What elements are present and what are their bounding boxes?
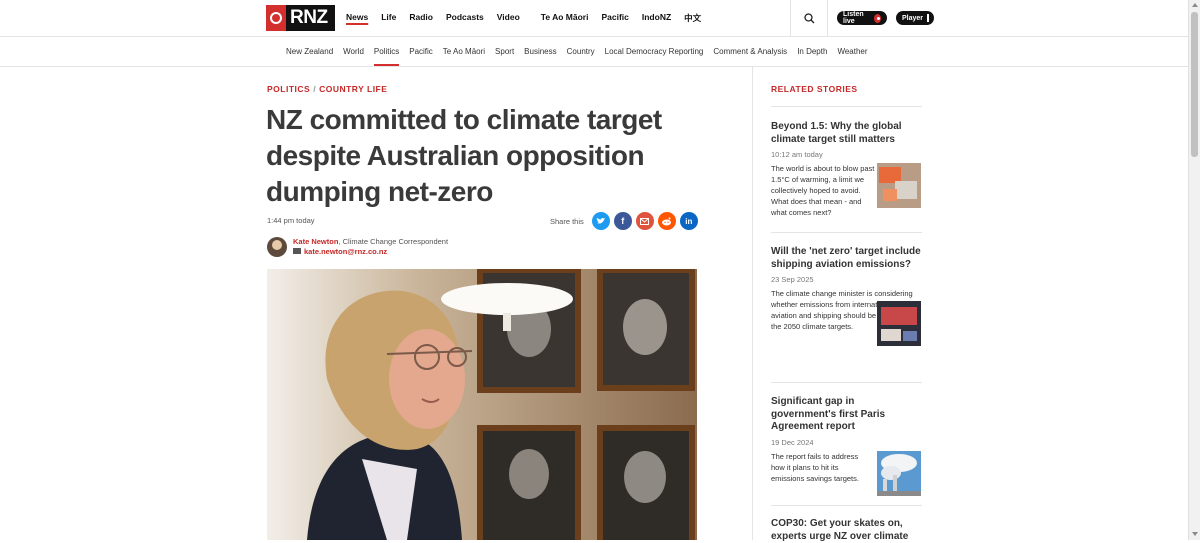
subnav-weather[interactable]: Weather [837,47,867,56]
logo-text: RNZ [290,7,328,28]
subnav-country[interactable]: Country [567,47,595,56]
search-icon [803,12,814,23]
author-name-link[interactable]: Kate Newton [293,237,338,246]
subnav-new-zealand[interactable]: New Zealand [286,47,333,56]
nav-pacific[interactable]: Pacific [601,12,628,24]
related-story[interactable]: Will the 'net zero' target include shipp… [771,246,921,346]
player-button[interactable]: Player [896,11,934,25]
twitter-share-icon[interactable] [591,212,610,230]
nav-video[interactable]: Video [497,12,520,24]
article-timestamp: 1:44 pm today [267,216,315,225]
author-avatar [267,237,287,257]
subnav-world[interactable]: World [343,47,364,56]
listen-live-label: Listen live [843,11,864,25]
page-scrollbar[interactable] [1188,0,1200,540]
subnav-pacific[interactable]: Pacific [409,47,433,56]
related-story-thumbnail[interactable] [877,163,921,208]
nav-chinese[interactable]: 中文 [684,12,701,24]
related-story[interactable]: Beyond 1.5: Why the global climate targe… [771,121,921,218]
email-share-icon[interactable] [635,212,654,230]
story-divider [771,106,922,107]
author-email-link[interactable]: kate.newton@rnz.co.nz [304,247,387,256]
article-kicker: POLITICS / COUNTRY LIFE [267,84,387,94]
scrollbar-thumb[interactable] [1191,12,1198,157]
article-hero-image [267,269,697,540]
related-story[interactable]: Significant gap in government's first Pa… [771,396,921,496]
kicker-separator: / [313,84,317,94]
nav-news[interactable]: News [346,12,368,24]
author-byline: Kate Newton, Climate Change Corresponden… [293,237,448,257]
related-story-title[interactable]: Will the 'net zero' target include shipp… [771,246,921,271]
nav-life[interactable]: Life [381,12,396,24]
related-story-title[interactable]: Beyond 1.5: Why the global climate targe… [771,121,921,146]
subnav-business[interactable]: Business [524,47,556,56]
story-divider [771,505,922,506]
related-stories-heading: RELATED STORIES [771,84,858,94]
related-story-title[interactable]: Significant gap in government's first Pa… [771,396,921,434]
live-dot-icon [873,13,881,23]
kicker-politics-link[interactable]: POLITICS [267,84,310,94]
facebook-share-icon[interactable]: f [613,212,632,230]
related-story-date: 23 Sep 2025 [771,275,814,284]
main-nav: News Life Radio Podcasts Video Te Ao Māo… [346,12,714,24]
top-bar: RNZ News Life Radio Podcasts Video Te Ao… [0,0,1188,37]
reddit-share-icon[interactable] [657,212,676,230]
linkedin-share-icon[interactable]: in [679,212,698,230]
subnav-politics[interactable]: Politics [373,47,400,66]
related-story-date: 19 Dec 2024 [771,437,814,447]
rnz-logo-mark-icon [266,5,286,31]
article-headline: NZ committed to climate target despite A… [266,104,662,207]
subnav-local-democracy[interactable]: Local Democracy Reporting [605,47,704,56]
nav-radio[interactable]: Radio [409,12,433,24]
sidebar-divider [752,66,753,540]
related-story-thumbnail[interactable] [877,301,921,346]
related-story-title[interactable]: COP30: Get your skates on, experts urge … [771,518,921,543]
scroll-down-icon[interactable] [1192,532,1198,536]
rnz-logo[interactable]: RNZ [266,5,335,31]
player-icon [927,14,930,22]
player-label: Player [902,14,924,22]
subnav-te-ao-maori[interactable]: Te Ao Māori [443,47,485,56]
related-story-teaser: The world is about to blow past 1.5°C of… [771,164,875,217]
story-divider [771,232,922,233]
scroll-up-icon[interactable] [1192,3,1198,7]
author-role: , Climate Change Correspondent [338,237,449,246]
subnav-comment-analysis[interactable]: Comment & Analysis [713,47,787,56]
email-icon [293,248,301,254]
share-label: Share this [550,216,584,226]
nav-podcasts[interactable]: Podcasts [446,12,484,24]
nav-indonz[interactable]: IndoNZ [642,12,671,24]
search-button[interactable] [790,0,828,36]
subnav-in-depth[interactable]: In Depth [797,47,827,56]
story-divider [771,382,922,383]
nav-te-ao-maori[interactable]: Te Ao Māori [541,12,589,24]
kicker-country-life-link[interactable]: COUNTRY LIFE [319,84,387,94]
subnav-sport[interactable]: Sport [495,47,514,56]
related-story-date: 10:12 am today [771,150,823,159]
related-story[interactable]: COP30: Get your skates on, experts urge … [771,518,921,543]
hero-photo [267,269,697,540]
share-bar: Share this f in [550,212,698,230]
related-story-teaser: The report fails to address how it plans… [771,451,859,483]
listen-live-button[interactable]: Listen live [837,11,887,25]
related-story-thumbnail[interactable] [877,451,921,496]
section-nav: New Zealand World Politics Pacific Te Ao… [0,37,1188,67]
